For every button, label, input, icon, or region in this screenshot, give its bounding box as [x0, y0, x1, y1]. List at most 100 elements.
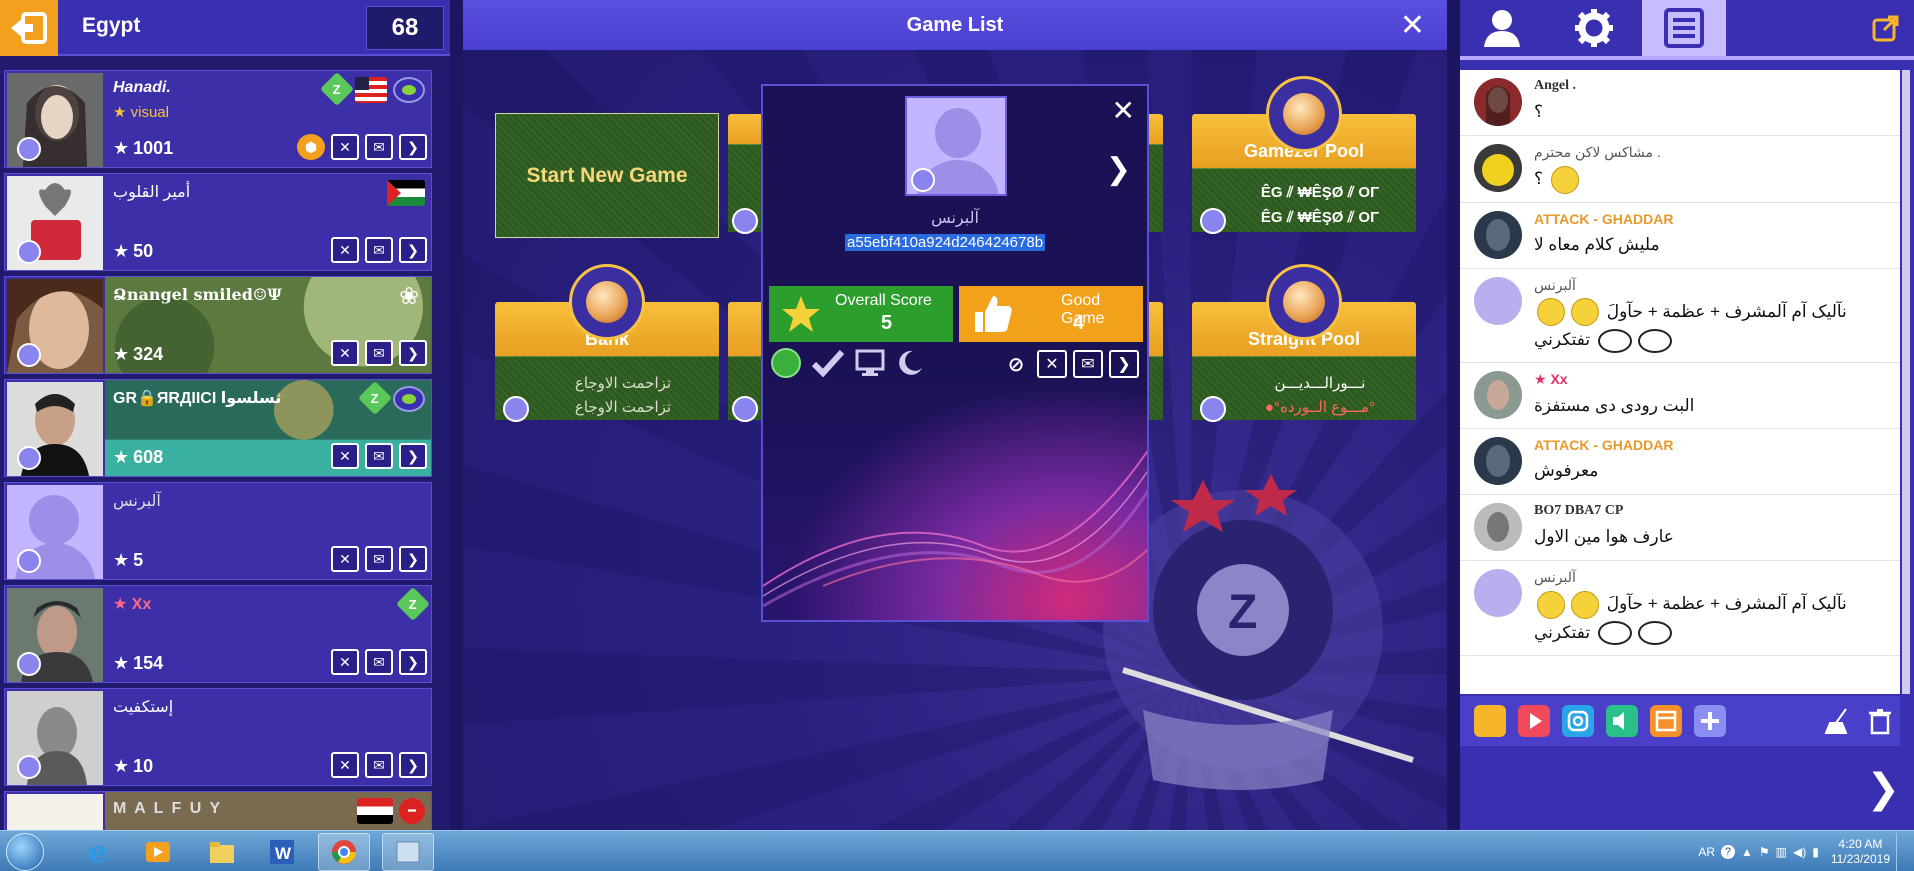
user-name[interactable]: Hanadi. [113, 79, 171, 97]
chevron-right-icon[interactable]: ❯ [1106, 152, 1131, 187]
ie-icon[interactable]: e [72, 833, 124, 871]
avatar[interactable] [1474, 437, 1522, 486]
invite-user-button[interactable]: ❯ [399, 443, 427, 469]
message-user-button[interactable]: ✉ [365, 546, 393, 572]
sound-icon[interactable] [1606, 705, 1638, 737]
chrome-icon[interactable] [318, 833, 370, 871]
avatar[interactable] [1474, 78, 1522, 126]
emoji-icon[interactable] [1474, 705, 1506, 737]
avatar[interactable] [7, 691, 103, 785]
layout-icon[interactable] [1650, 705, 1682, 737]
chat-author[interactable]: ★ Xx [1534, 371, 1900, 388]
chat-author[interactable]: ATTACK - GHADDAR [1534, 211, 1900, 227]
message-user-button[interactable]: ✉ [365, 752, 393, 778]
avatar[interactable] [7, 73, 103, 167]
user-row[interactable]: إستكفيت ★ 10 ✕ ✉ ❯ [4, 688, 432, 786]
invite-user-button[interactable]: ❯ [399, 752, 427, 778]
close-icon[interactable]: ✕ [1112, 94, 1135, 127]
app-window-icon[interactable] [382, 833, 434, 871]
flag-icon[interactable]: ⚑ [1759, 845, 1770, 859]
chat-author[interactable]: ATTACK - GHADDAR [1534, 437, 1900, 453]
avatar[interactable] [1474, 569, 1522, 618]
message-user-button[interactable]: ✉ [365, 443, 393, 469]
broom-icon[interactable] [1822, 705, 1854, 737]
signal-icon[interactable]: ▮ [1812, 845, 1819, 859]
avatar[interactable] [7, 485, 103, 579]
start-new-game-button[interactable]: Start New Game [495, 113, 719, 238]
user-row[interactable]: GR🔒ЯRДIICI ثسلسوا Z ★ 608 ✕ ✉ ❯ [4, 379, 432, 477]
help-icon[interactable]: ? [1720, 844, 1735, 859]
invite-user-button[interactable]: ❯ [399, 340, 427, 366]
media-player-icon[interactable] [132, 833, 184, 871]
ignore-user-button[interactable]: ⊘ [1001, 350, 1031, 378]
folder-icon[interactable] [196, 833, 248, 871]
avatar[interactable] [1474, 371, 1522, 420]
avatar[interactable] [1474, 503, 1522, 552]
game-tile-gamezer-pool[interactable]: Gamezer Pool ÊG ⫽ ₩ÊŞØ ⫽ ОΓ ÊG ⫽ ₩ÊŞØ ⫽ … [1192, 76, 1416, 244]
avatar[interactable] [7, 279, 103, 373]
message-user-button[interactable]: ✉ [365, 340, 393, 366]
message-user-button[interactable]: ✉ [365, 134, 393, 160]
avatar[interactable] [1474, 276, 1522, 325]
message-user-button[interactable]: ✉ [1073, 350, 1103, 378]
network-icon[interactable]: ▥ [1776, 845, 1787, 859]
avatar[interactable] [7, 588, 103, 682]
avatar[interactable] [7, 176, 103, 270]
message-user-button[interactable]: ✉ [365, 649, 393, 675]
trash-icon[interactable] [1864, 705, 1896, 737]
popout-button[interactable] [1866, 0, 1906, 56]
tab-profile[interactable] [1460, 0, 1544, 56]
chat-author[interactable]: BO7 DBA7 CP [1534, 503, 1900, 519]
block-user-button[interactable]: ✕ [331, 134, 359, 160]
clock[interactable]: 4:20 AM 11/23/2019 [1831, 837, 1890, 867]
chat-scrollbar[interactable] [1902, 70, 1910, 694]
chat-author[interactable]: مشاكس لاكن محترم . [1534, 144, 1900, 161]
invite-user-button[interactable]: ❯ [399, 546, 427, 572]
chat-author[interactable]: Angel . [1534, 78, 1900, 94]
send-button[interactable]: ❯ [1866, 766, 1900, 812]
youtube-icon[interactable] [1518, 705, 1550, 737]
user-row[interactable]: ★ Xx Z ★ 154 ✕ ✉ ❯ [4, 585, 432, 683]
chat-author[interactable]: آلبرنس [1534, 277, 1900, 294]
block-user-button[interactable]: ✕ [331, 443, 359, 469]
user-row[interactable]: آلبرنس ★ 5 ✕ ✉ ❯ [4, 482, 432, 580]
block-user-button[interactable]: ✕ [331, 340, 359, 366]
chat-author[interactable]: آلبرنس [1534, 569, 1900, 586]
block-user-button[interactable]: ✕ [331, 752, 359, 778]
instagram-icon[interactable] [1562, 705, 1594, 737]
message-user-button[interactable]: ✉ [365, 237, 393, 263]
add-icon[interactable] [1694, 705, 1726, 737]
avatar[interactable] [1474, 210, 1522, 259]
tab-chat[interactable] [1642, 0, 1726, 56]
language-indicator[interactable]: AR [1698, 845, 1715, 859]
invite-user-button[interactable]: ❯ [1109, 350, 1139, 378]
user-row[interactable]: Hanadi. ★ visual Z ★ 1001 ⬢ ✕ ✉ ❯ [4, 70, 432, 168]
avatar[interactable] [7, 382, 103, 476]
user-row[interactable]: Ձnangel smiled☺Ψ ❀ ★ 324 ✕ ✉ ❯ [4, 276, 432, 374]
show-desktop-button[interactable] [1896, 832, 1906, 871]
invite-user-button[interactable]: ❯ [399, 237, 427, 263]
user-name[interactable]: M A L F U Y [113, 800, 222, 818]
avatar[interactable] [7, 794, 103, 830]
start-button[interactable] [6, 833, 44, 871]
user-name[interactable]: آلبرنس [113, 491, 161, 511]
user-name[interactable]: GR🔒ЯRДIICI ثسلسوا [113, 388, 281, 408]
block-user-button[interactable]: ✕ [331, 237, 359, 263]
tab-settings[interactable] [1552, 0, 1636, 56]
block-user-button[interactable]: ✕ [331, 546, 359, 572]
user-name[interactable]: أمير القلوب [113, 182, 190, 202]
back-button[interactable] [0, 0, 58, 56]
user-row[interactable]: M A L F U Y ━ [4, 791, 432, 830]
user-name[interactable]: ★ Xx [113, 594, 151, 614]
close-icon[interactable]: ✕ [1400, 8, 1425, 43]
user-name[interactable]: إستكفيت [113, 697, 173, 717]
word-icon[interactable]: W [256, 833, 308, 871]
chat-input[interactable] [1460, 746, 1900, 826]
game-tile-bank[interactable]: Bank تزاحمت الاوجاع تزاحمت الاوجاع [495, 264, 719, 432]
profile-id[interactable]: a55ebf410a924d246424678b [845, 234, 1046, 251]
tray-arrow-icon[interactable]: ▲ [1741, 845, 1753, 859]
invite-user-button[interactable]: ❯ [399, 134, 427, 160]
invite-user-button[interactable]: ❯ [399, 649, 427, 675]
user-name[interactable]: Ձnangel smiled☺Ψ [113, 285, 282, 304]
block-user-button[interactable]: ✕ [331, 649, 359, 675]
